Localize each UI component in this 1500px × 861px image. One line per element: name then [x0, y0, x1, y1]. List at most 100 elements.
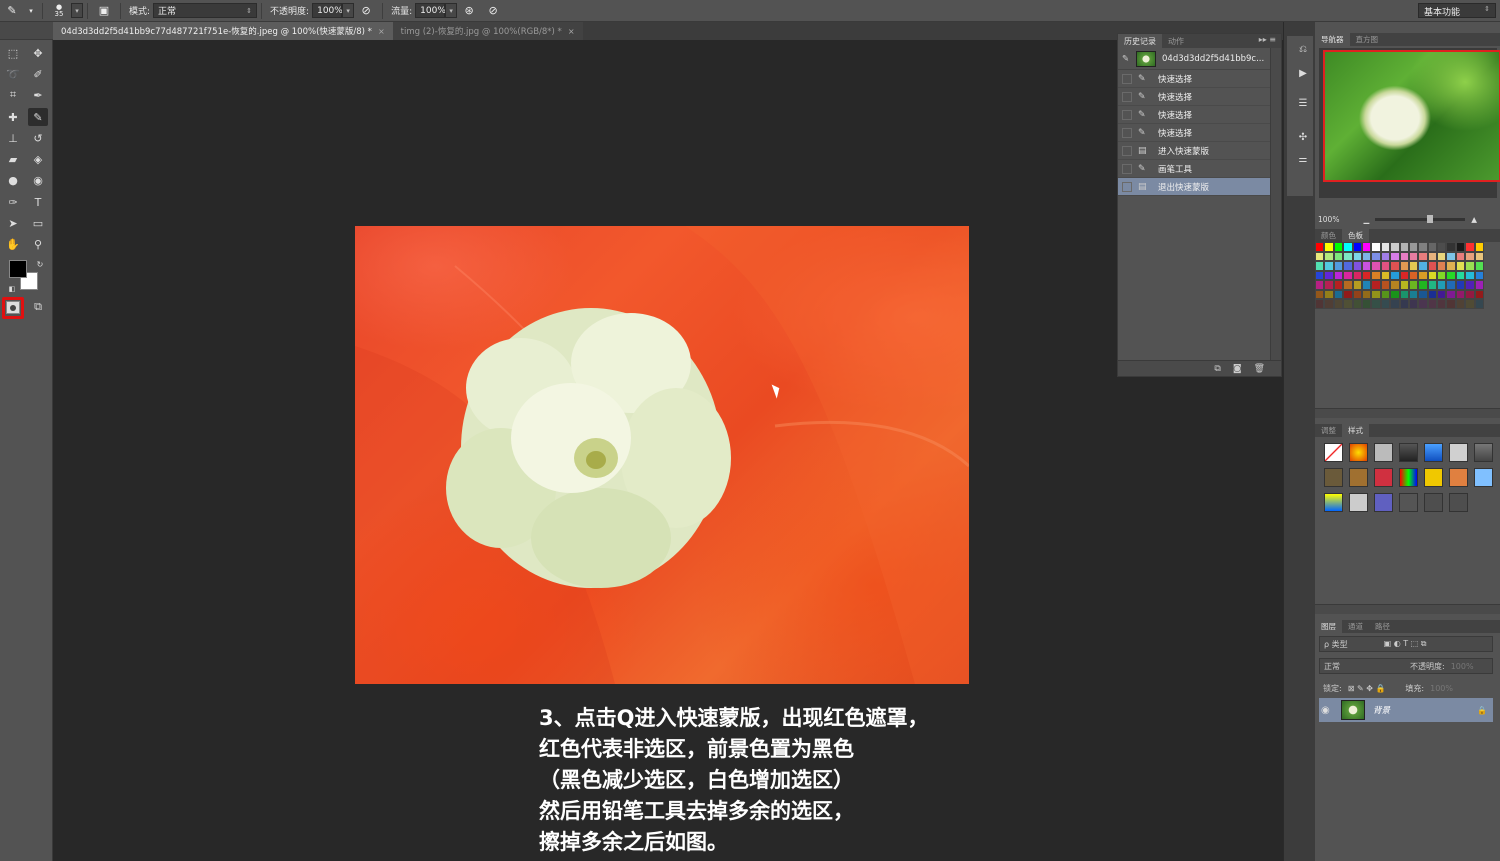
- color-swatch[interactable]: [1390, 289, 1400, 299]
- tab-paths[interactable]: 路径: [1369, 620, 1396, 633]
- history-item[interactable]: ✎ 画笔工具: [1118, 160, 1281, 178]
- style-preset[interactable]: [1349, 493, 1368, 512]
- color-swatch[interactable]: [1408, 251, 1419, 261]
- history-item[interactable]: ✎ 快速选择: [1118, 106, 1281, 124]
- paint-bucket-tool-icon[interactable]: ◈: [28, 150, 48, 168]
- color-swatch[interactable]: [1315, 261, 1325, 271]
- style-preset[interactable]: [1324, 493, 1343, 512]
- color-swatch[interactable]: [1437, 242, 1447, 252]
- color-swatch[interactable]: [1455, 261, 1466, 271]
- pen-tool-icon[interactable]: ✑: [3, 193, 23, 211]
- color-swatch[interactable]: [1390, 270, 1400, 280]
- tool-preset-dropdown[interactable]: ▾: [27, 3, 35, 19]
- color-swatch[interactable]: [1465, 280, 1475, 290]
- document-tab-inactive[interactable]: timg (2)-恢复的.jpg @ 100%(RGB/8*) * ×: [392, 22, 583, 40]
- color-swatch[interactable]: [1455, 299, 1466, 309]
- color-swatch[interactable]: [1315, 270, 1325, 280]
- color-swatch[interactable]: [1437, 251, 1447, 261]
- color-swatch[interactable]: [1333, 270, 1344, 280]
- adjustments-panel-icon[interactable]: ⚌: [1295, 152, 1311, 166]
- color-swatch[interactable]: [1352, 280, 1362, 290]
- style-preset[interactable]: [1449, 493, 1468, 512]
- style-preset[interactable]: [1449, 468, 1468, 487]
- color-swatch[interactable]: [1418, 242, 1428, 252]
- tab-navigator[interactable]: 导航器: [1315, 33, 1350, 46]
- flow-slider-arrow[interactable]: ▾: [445, 3, 458, 18]
- opacity-input[interactable]: 100%: [312, 3, 343, 18]
- color-swatch[interactable]: [1474, 251, 1485, 261]
- color-swatch[interactable]: [1352, 261, 1362, 271]
- color-swatch[interactable]: [1324, 289, 1334, 299]
- pressure-size-icon[interactable]: ⊘: [484, 3, 502, 19]
- screen-mode-icon[interactable]: ⧉: [28, 298, 48, 316]
- color-swatch[interactable]: [1446, 280, 1456, 290]
- color-swatch[interactable]: [1455, 289, 1466, 299]
- history-source-checkbox[interactable]: [1122, 163, 1132, 174]
- color-swatch[interactable]: [1361, 299, 1372, 309]
- color-swatch[interactable]: [1324, 270, 1334, 280]
- color-swatch[interactable]: [1427, 261, 1438, 271]
- mode-select[interactable]: 正常 ⇕: [153, 3, 258, 18]
- layer-kind-filter[interactable]: ρ 类型: [1324, 639, 1348, 650]
- hand-tool-icon[interactable]: ✋: [3, 235, 23, 253]
- color-swatch[interactable]: [1324, 299, 1334, 309]
- default-colors-icon[interactable]: ◧: [2, 280, 22, 298]
- color-swatch[interactable]: [1418, 280, 1428, 290]
- color-swatch[interactable]: [1390, 251, 1400, 261]
- color-swatch[interactable]: [1427, 280, 1438, 290]
- color-swatch[interactable]: [1427, 299, 1438, 309]
- color-swatch[interactable]: [1343, 261, 1353, 271]
- color-swatch[interactable]: [1380, 280, 1391, 290]
- color-swatch[interactable]: [1371, 299, 1381, 309]
- color-swatch[interactable]: [1446, 261, 1456, 271]
- quick-mask-icon[interactable]: [6, 301, 20, 314]
- color-swatch[interactable]: [1390, 299, 1400, 309]
- color-swatch[interactable]: [1474, 270, 1485, 280]
- color-swatch[interactable]: [1324, 261, 1334, 271]
- color-swatch[interactable]: [1399, 280, 1409, 290]
- color-swatch[interactable]: [1455, 251, 1466, 261]
- dodge-tool-icon[interactable]: ◉: [28, 171, 48, 189]
- pressure-opacity-icon[interactable]: ⊘: [357, 3, 375, 19]
- tab-channels[interactable]: 通道: [1342, 620, 1369, 633]
- style-preset[interactable]: [1324, 468, 1343, 487]
- color-swatch[interactable]: [1315, 251, 1325, 261]
- tab-styles[interactable]: 样式: [1342, 424, 1369, 437]
- color-swatch[interactable]: [1352, 270, 1362, 280]
- opacity-slider-arrow[interactable]: ▾: [342, 3, 355, 18]
- color-swatch[interactable]: [1437, 289, 1447, 299]
- color-swatch[interactable]: [1437, 299, 1447, 309]
- color-swatch[interactable]: [1427, 242, 1438, 252]
- eye-icon[interactable]: ◉: [1321, 705, 1337, 716]
- color-swatch[interactable]: [1361, 251, 1372, 261]
- color-swatch[interactable]: [1474, 242, 1485, 252]
- color-swatch[interactable]: [1465, 289, 1475, 299]
- navigator-preview[interactable]: [1319, 48, 1500, 198]
- tab-color[interactable]: 颜色: [1315, 229, 1342, 242]
- history-source-checkbox[interactable]: [1122, 145, 1132, 156]
- style-preset[interactable]: [1424, 443, 1443, 462]
- style-preset[interactable]: [1474, 443, 1493, 462]
- actions-panel-icon[interactable]: ▶: [1295, 66, 1311, 80]
- style-preset[interactable]: [1374, 468, 1393, 487]
- color-swatch[interactable]: [1437, 261, 1447, 271]
- toolbox-header[interactable]: [0, 22, 53, 40]
- color-swatch[interactable]: [1352, 242, 1362, 252]
- tab-histogram[interactable]: 直方图: [1350, 33, 1385, 46]
- color-swatch[interactable]: [1380, 270, 1391, 280]
- color-swatch[interactable]: [1399, 261, 1409, 271]
- color-swatch[interactable]: [1418, 261, 1428, 271]
- path-select-tool-icon[interactable]: ➤: [3, 214, 23, 232]
- zoom-slider[interactable]: [1375, 214, 1466, 223]
- history-snapshot[interactable]: ✎ 04d3d3dd2f5d41bb9c...: [1118, 48, 1281, 70]
- zoom-in-icon[interactable]: ▲: [1471, 215, 1477, 224]
- style-preset[interactable]: [1324, 443, 1343, 462]
- style-preset[interactable]: [1349, 443, 1368, 462]
- color-swatch[interactable]: [1418, 289, 1428, 299]
- brush-panel-toggle-icon[interactable]: ▣: [95, 3, 113, 19]
- delete-icon[interactable]: 🗑: [1254, 364, 1265, 374]
- color-swatch[interactable]: [1390, 242, 1400, 252]
- crop-tool-icon[interactable]: ⌗: [3, 86, 23, 104]
- color-swatch[interactable]: [1361, 280, 1372, 290]
- tab-swatches[interactable]: 色板: [1342, 229, 1369, 242]
